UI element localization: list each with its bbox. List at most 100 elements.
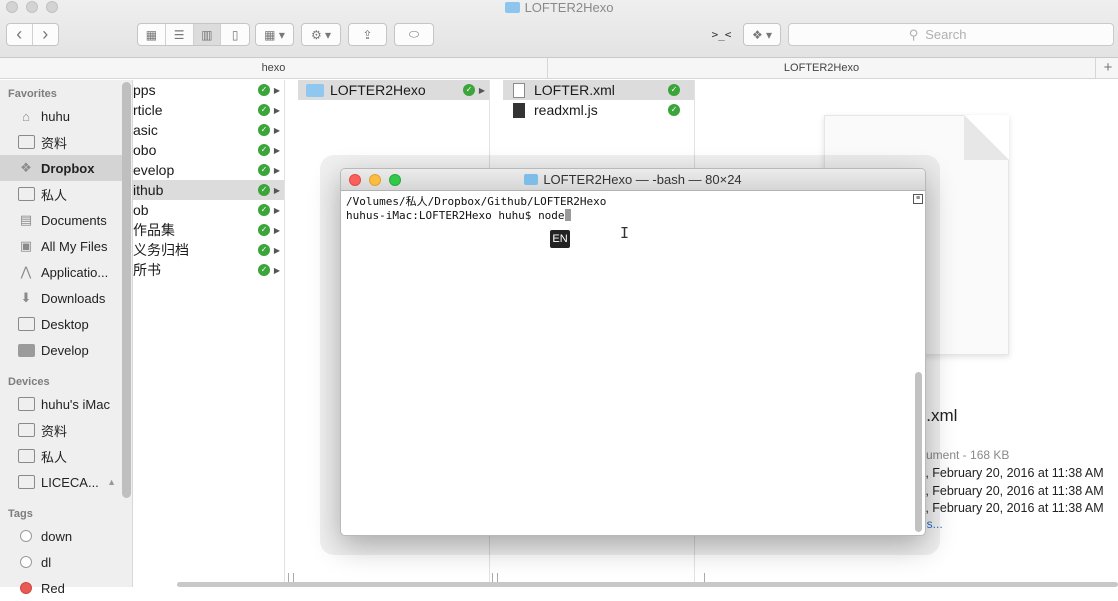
sidebar-item-imac[interactable]: huhu's iMac	[0, 391, 122, 417]
sidebar-item-downloads[interactable]: ⬇ Downloads	[0, 285, 122, 311]
grid-icon: ▦	[145, 27, 158, 42]
sidebar-tag-down[interactable]: down	[0, 523, 122, 549]
list-item[interactable]: evelop ✓ ▶	[133, 160, 284, 180]
horizontal-scrollbar[interactable]	[177, 582, 1118, 587]
list-item[interactable]: rticle ✓ ▶	[133, 100, 284, 120]
sidebar: Favorites ⌂ huhu 资料 ❖ Dropbox 私人 ▤ Document…	[0, 80, 133, 596]
document-icon: ▤	[19, 212, 33, 227]
terminal-icon: >_<	[711, 28, 732, 41]
list-item[interactable]: 作品集 ✓ ▶	[133, 220, 284, 240]
sidebar-item-liceca[interactable]: LICECA... ▲	[0, 469, 122, 495]
synced-check-icon: ✓	[463, 84, 475, 96]
new-tab-button[interactable]: +	[1098, 58, 1118, 78]
synced-check-icon: ✓	[258, 164, 270, 176]
action-button[interactable]: ⚙ ▾	[301, 23, 341, 46]
sidebar-header-devices: Devices	[8, 376, 50, 388]
home-icon: ⌂	[22, 108, 30, 124]
tab-lofter2hexo[interactable]: LOFTER2Hexo	[548, 58, 1096, 78]
terminal-title: LOFTER2Hexo — -bash — 80×24	[543, 172, 742, 187]
forward-button[interactable]: ›	[33, 24, 58, 45]
list-item-selected[interactable]: LOFTER2Hexo ✓ ▶	[298, 80, 489, 100]
drive-icon	[16, 186, 36, 202]
list-item[interactable]: 所书 ✓ ▶	[133, 260, 284, 280]
tag-dot-icon	[16, 554, 36, 570]
sidebar-tag-dl[interactable]: dl	[0, 549, 122, 575]
disclosure-arrow-icon: ▶	[273, 205, 281, 215]
sidebar-item-desktop[interactable]: Desktop	[0, 311, 122, 337]
js-file-icon	[513, 102, 525, 118]
back-button[interactable]: ‹	[7, 24, 33, 45]
synced-check-icon: ✓	[258, 84, 270, 96]
disclosure-arrow-icon: ▶	[273, 265, 281, 275]
terminal-toolbar-button[interactable]: >_<	[707, 23, 736, 46]
sidebar-item-device-ziliao[interactable]: 资料	[0, 417, 122, 443]
sidebar-tag-red[interactable]: Red	[0, 575, 122, 601]
dropbox-icon: ❖ ▾	[751, 27, 773, 42]
search-input[interactable]	[923, 26, 994, 43]
terminal-close-button[interactable]	[349, 174, 361, 186]
sidebar-item-documents[interactable]: ▤ Documents	[0, 207, 122, 233]
tag-dot-icon	[16, 528, 36, 544]
terminal-titlebar[interactable]: LOFTER2Hexo — -bash — 80×24	[341, 169, 925, 191]
search-icon: ⚲	[908, 26, 919, 42]
sidebar-item-huhu[interactable]: ⌂ huhu	[0, 103, 122, 129]
list-item[interactable]: asic ✓ ▶	[133, 120, 284, 140]
search-field[interactable]: ⚲	[788, 23, 1114, 46]
terminal-line-path: /Volumes/私人/Dropbox/Github/LOFTER2Hexo	[346, 195, 607, 208]
tag-icon: ⬭	[408, 27, 420, 41]
terminal-scrollbar[interactable]	[915, 372, 922, 532]
list-item-selected[interactable]: ithub ✓ ▶	[133, 180, 284, 200]
synced-check-icon: ✓	[258, 184, 270, 196]
tab-hexo[interactable]: hexo	[0, 58, 548, 78]
terminal-zoom-button[interactable]	[389, 174, 401, 186]
tag-button[interactable]: ⬭	[394, 23, 434, 46]
terminal-prompt: huhus-iMac:LOFTER2Hexo huhu$	[346, 209, 539, 222]
icon-view-button[interactable]: ▦	[138, 24, 166, 45]
sidebar-item-all-my-files[interactable]: ▣ All My Files	[0, 233, 122, 259]
download-icon: ⬇	[20, 290, 32, 305]
folder-icon	[16, 342, 36, 358]
coverflow-icon: ▯	[231, 27, 239, 42]
list-item[interactable]: pps ✓ ▶	[133, 80, 284, 100]
synced-check-icon: ✓	[258, 124, 270, 136]
view-mode-group: ▦ ☰ ▥ ▯	[137, 23, 250, 46]
sidebar-item-develop[interactable]: Develop	[0, 337, 122, 363]
preview-modified: y, February 20, 2016 at 11:38 AM	[920, 484, 1104, 498]
finder-titlebar: LOFTER2Hexo ‹ › ▦ ☰ ▥ ▯ ▦ ▾ ⚙ ▾ ⇪ ⬭ >_< …	[0, 0, 1118, 58]
synced-check-icon: ✓	[668, 84, 680, 96]
sidebar-item-device-siren[interactable]: 私人	[0, 443, 122, 469]
tab-bar: hexo LOFTER2Hexo +	[0, 58, 1118, 79]
dropbox-menu-button[interactable]: ❖ ▾	[743, 23, 781, 46]
disclosure-arrow-icon: ▶	[273, 105, 281, 115]
sidebar-item-dropbox[interactable]: ❖ Dropbox	[0, 155, 122, 181]
sidebar-item-ziliao[interactable]: 资料	[0, 129, 122, 155]
arrange-button[interactable]: ▦ ▾	[255, 23, 294, 46]
list-item[interactable]: obo ✓ ▶	[133, 140, 284, 160]
terminal-output[interactable]: /Volumes/私人/Dropbox/Github/LOFTER2Hexo h…	[346, 195, 911, 535]
share-icon: ⇪	[362, 27, 373, 42]
applications-icon: ⋀	[20, 264, 32, 279]
synced-check-icon: ✓	[258, 104, 270, 116]
drive-icon	[16, 448, 36, 464]
split-pane-icon[interactable]: ≡	[913, 194, 923, 204]
list-item[interactable]: readxml.js ✓	[503, 100, 694, 120]
disclosure-arrow-icon: ▶	[273, 185, 281, 195]
share-button[interactable]: ⇪	[348, 23, 387, 46]
eject-icon[interactable]: ▲	[107, 477, 116, 487]
list-item[interactable]: 义务归档 ✓ ▶	[133, 240, 284, 260]
sidebar-item-siren[interactable]: 私人	[0, 181, 122, 207]
column-view-button[interactable]: ▥	[193, 24, 222, 45]
disclosure-arrow-icon: ▶	[273, 85, 281, 95]
nav-buttons: ‹ ›	[6, 23, 59, 46]
list-view-button[interactable]: ☰	[166, 24, 194, 45]
sidebar-item-applications[interactable]: ⋀ Applicatio...	[0, 259, 122, 285]
list-item[interactable]: ob ✓ ▶	[133, 200, 284, 220]
terminal-prompt-line: huhus-iMac:LOFTER2Hexo huhu$ node	[346, 209, 911, 223]
list-item-selected[interactable]: LOFTER.xml ✓	[503, 80, 694, 100]
terminal-minimize-button[interactable]	[369, 174, 381, 186]
imac-icon	[16, 396, 36, 412]
sidebar-scrollbar[interactable]	[122, 82, 131, 498]
coverflow-view-button[interactable]: ▯	[221, 24, 249, 45]
folder-icon	[504, 2, 520, 13]
terminal-window[interactable]: LOFTER2Hexo — -bash — 80×24 /Volumes/私人/…	[340, 168, 926, 536]
